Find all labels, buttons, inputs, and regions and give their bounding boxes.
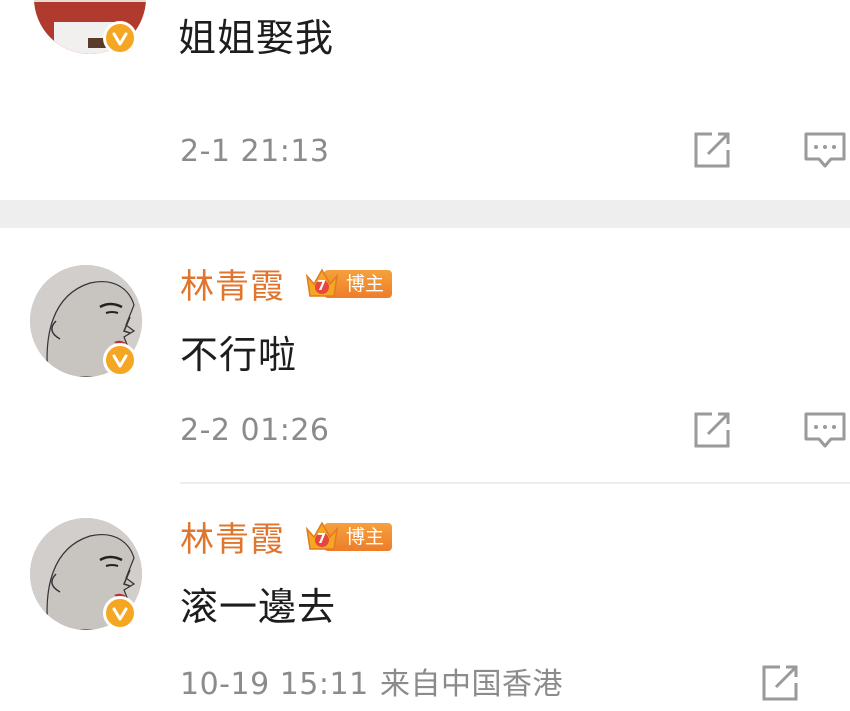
comment-text: 姐姐娶我 bbox=[178, 16, 335, 60]
username[interactable]: 林青霞 bbox=[180, 523, 285, 557]
location: 来自中国香港 bbox=[380, 667, 563, 702]
comment-icon[interactable] bbox=[803, 410, 847, 450]
section-divider bbox=[0, 200, 850, 228]
comment-text: 滚一邊去 bbox=[180, 585, 337, 629]
timestamp: 2-2 01:26 bbox=[180, 413, 330, 448]
share-icon[interactable] bbox=[690, 410, 734, 450]
share-icon[interactable] bbox=[690, 130, 734, 170]
crown-icon: 7 bbox=[304, 519, 340, 555]
divider bbox=[180, 482, 850, 484]
comment-icon[interactable] bbox=[803, 130, 847, 170]
crown-icon: 7 bbox=[304, 266, 340, 302]
verified-icon bbox=[103, 596, 137, 630]
share-icon[interactable] bbox=[758, 663, 802, 703]
timestamp: 10-19 15:11 bbox=[180, 667, 369, 702]
badge-level: 7 bbox=[317, 279, 327, 294]
username[interactable]: 林青霞 bbox=[180, 270, 285, 304]
blogger-badge: 7 博主 bbox=[304, 266, 393, 302]
badge-level: 7 bbox=[317, 532, 327, 547]
blogger-badge: 7 博主 bbox=[304, 519, 393, 555]
timestamp: 2-1 21:13 bbox=[180, 134, 330, 169]
comment-text: 不行啦 bbox=[180, 333, 298, 377]
verified-icon bbox=[103, 21, 137, 55]
verified-icon bbox=[103, 343, 137, 377]
